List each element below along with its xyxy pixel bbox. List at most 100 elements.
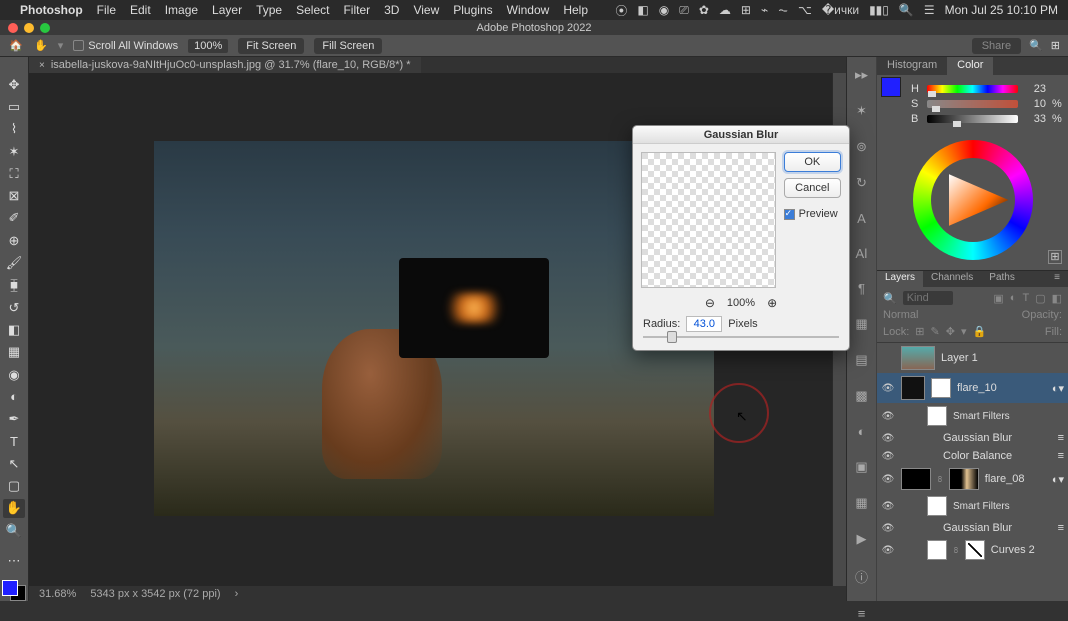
layer-filter-input[interactable] <box>903 291 953 305</box>
tray-icon[interactable]: ⎚ <box>679 3 689 18</box>
filter-icon[interactable]: ◐ <box>1010 292 1017 304</box>
menu-help[interactable]: Help <box>563 3 588 17</box>
share-button[interactable]: Share <box>972 38 1021 54</box>
sat-slider[interactable] <box>927 100 1018 108</box>
layer-thumb[interactable] <box>901 468 931 490</box>
tray-icon[interactable]: ⦿ <box>615 2 627 19</box>
tray-icon[interactable]: ☁ <box>719 3 731 17</box>
brush-tool[interactable]: 🖌 <box>3 253 25 272</box>
status-zoom[interactable]: 31.68% <box>39 588 76 600</box>
status-arrow-icon[interactable]: › <box>235 588 239 600</box>
color-swatch[interactable] <box>881 77 901 97</box>
document-tab[interactable]: × isabella-juskova-9aNItHjuOc0-unsplash.… <box>29 57 421 73</box>
zoom-out-icon[interactable]: ⊖ <box>705 296 715 310</box>
visibility-icon[interactable]: 👁 <box>881 523 895 534</box>
filter-blend-icon[interactable]: ≡ <box>1058 522 1064 534</box>
hand-tool[interactable]: ✋ <box>3 499 25 518</box>
menu-type[interactable]: Type <box>256 3 282 17</box>
preview-checkbox[interactable]: Preview <box>784 208 841 220</box>
radius-slider[interactable] <box>633 336 849 350</box>
stamp-tool[interactable]: ⧯ <box>3 276 25 295</box>
dodge-tool[interactable]: ◐ <box>3 387 25 406</box>
dialog-preview[interactable] <box>641 152 776 288</box>
dialog-zoom[interactable]: 100% <box>727 297 755 309</box>
menu-window[interactable]: Window <box>507 3 550 17</box>
window-controls[interactable] <box>8 23 50 33</box>
dock-icon[interactable]: ▸▸ <box>852 67 872 83</box>
shape-tool[interactable]: ▢ <box>3 476 25 495</box>
dock-para-icon[interactable]: Aǀ <box>852 246 872 261</box>
eyedrop-tool[interactable]: ✐ <box>3 209 25 228</box>
control-center-icon[interactable]: ☰ <box>924 3 935 17</box>
dock-history-icon[interactable]: ↻ <box>852 175 872 191</box>
visibility-icon[interactable]: 👁 <box>881 474 895 485</box>
frame-tool[interactable]: ⊠ <box>3 186 25 205</box>
cancel-button[interactable]: Cancel <box>784 178 841 198</box>
edit-toolbar-icon[interactable]: ⋯ <box>3 552 25 571</box>
pen-tool[interactable]: ✒ <box>3 409 25 428</box>
tab-color[interactable]: Color <box>947 57 993 75</box>
menu-3d[interactable]: 3D <box>384 3 399 17</box>
search-icon[interactable]: 🔍 <box>1029 39 1043 52</box>
dock-play-icon[interactable]: ▶ <box>852 531 872 547</box>
bri-slider[interactable] <box>927 115 1018 123</box>
layer-row[interactable]: 👁 Smart Filters <box>877 403 1068 429</box>
dock-style-icon[interactable]: ▣ <box>852 459 872 475</box>
history-brush-tool[interactable]: ↺ <box>3 298 25 317</box>
blend-mode[interactable]: Normal <box>883 309 918 321</box>
tab-histogram[interactable]: Histogram <box>877 57 947 75</box>
visibility-icon[interactable]: 👁 <box>881 545 895 556</box>
home-icon[interactable]: 🏠 <box>8 38 24 54</box>
dock-adj-icon[interactable]: ◐ <box>852 424 872 439</box>
menu-select[interactable]: Select <box>296 3 329 17</box>
ok-button[interactable]: OK <box>784 152 841 172</box>
radius-input[interactable]: 43.0 <box>686 316 722 332</box>
link-icon[interactable]: 𝟾 <box>953 545 959 556</box>
filter-mask-thumb[interactable] <box>927 406 947 426</box>
spotlight-icon[interactable]: 🔍 <box>899 3 914 17</box>
tab-paths[interactable]: Paths <box>981 271 1023 287</box>
layer-thumb[interactable] <box>901 376 925 400</box>
hand-tool-icon[interactable]: ✋ <box>34 39 48 52</box>
checkbox-icon[interactable] <box>784 209 795 220</box>
visibility-icon[interactable]: 👁 <box>881 501 895 512</box>
tray-icon[interactable]: ✿ <box>699 3 709 17</box>
type-tool[interactable]: T <box>3 432 25 451</box>
tray-icon[interactable]: ◉ <box>659 3 669 17</box>
lasso-tool[interactable]: ⌇ <box>3 120 25 139</box>
visibility-icon[interactable]: 👁 <box>881 451 895 462</box>
crop-tool[interactable]: ⛶ <box>3 164 25 183</box>
filter-search-icon[interactable]: 🔍 <box>883 292 897 305</box>
filter-icon[interactable]: ▣ <box>993 292 1003 305</box>
layer-row[interactable]: 👁 𝟾 Curves 2 <box>877 537 1068 563</box>
menubar-clock[interactable]: Mon Jul 25 10:10 PM <box>945 3 1058 17</box>
color-swatches[interactable] <box>2 580 26 601</box>
zoom-field[interactable]: 100% <box>188 39 228 53</box>
tray-icon[interactable]: ⊞ <box>741 3 751 17</box>
tray-icon[interactable]: ⌥ <box>798 3 812 17</box>
dock-grad-icon[interactable]: ▤ <box>852 352 872 368</box>
close-tab-icon[interactable]: × <box>39 60 45 71</box>
link-icon[interactable]: 𝟾 <box>937 474 943 485</box>
dock-pattern-icon[interactable]: ▩ <box>852 388 872 404</box>
filter-icon[interactable]: ▢ <box>1035 292 1045 305</box>
dock-prop-icon[interactable]: ≡ <box>852 606 872 621</box>
heal-tool[interactable]: ⊕ <box>3 231 25 250</box>
layer-row[interactable]: 👁 𝟾 flare_08 ◐▾ <box>877 465 1068 493</box>
panel-menu-icon[interactable]: ≡ <box>1046 271 1068 287</box>
status-dimensions[interactable]: 5343 px x 3542 px (72 ppi) <box>90 588 220 600</box>
marquee-tool[interactable]: ▭ <box>3 97 25 116</box>
hue-slider[interactable] <box>927 85 1018 93</box>
dock-clone-icon[interactable]: ⊚ <box>852 139 872 155</box>
lock-icon[interactable]: ✎ <box>931 325 940 338</box>
layer-row[interactable]: 👁 Gaussian Blur ≡ <box>877 519 1068 537</box>
mask-thumb[interactable] <box>949 468 979 490</box>
filter-blend-icon[interactable]: ≡ <box>1058 432 1064 444</box>
visibility-icon[interactable]: 👁 <box>881 383 895 394</box>
layer-row[interactable]: 👁 flare_10 ◐▾ <box>877 373 1068 403</box>
menu-view[interactable]: View <box>413 3 439 17</box>
lock-icon[interactable]: ⊞ <box>915 325 924 338</box>
zoom-tool[interactable]: 🔍 <box>3 521 25 540</box>
filter-icon[interactable]: T <box>1022 292 1029 304</box>
tab-layers[interactable]: Layers <box>877 271 923 287</box>
